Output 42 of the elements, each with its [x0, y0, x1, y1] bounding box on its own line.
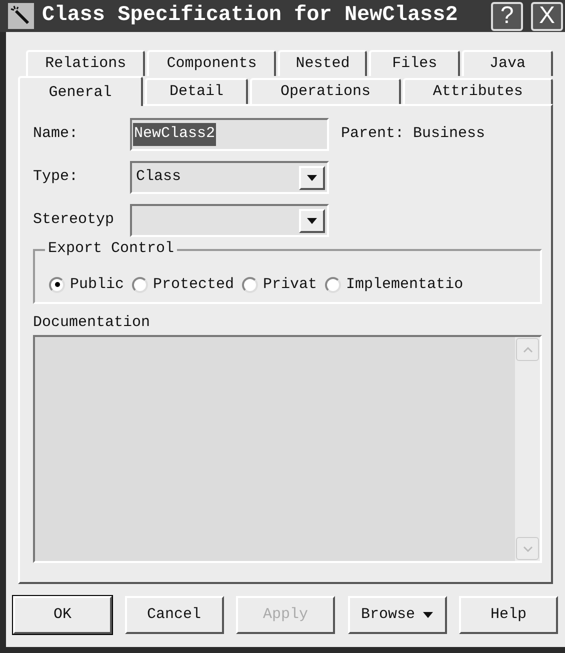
caret-icon	[423, 612, 433, 618]
tab[interactable]: Nested	[278, 50, 368, 76]
field-label: Name:	[33, 124, 80, 144]
radio-button[interactable]	[325, 276, 342, 293]
dialog-button[interactable]: Help	[459, 596, 558, 634]
close-button[interactable]: X	[531, 2, 563, 30]
dropdown-button[interactable]	[299, 166, 325, 190]
radio-button[interactable]	[132, 276, 148, 293]
tab[interactable]: Components	[147, 50, 276, 76]
tab[interactable]: Relations	[26, 50, 146, 76]
window-title: Class Specification for NewClass2	[42, 3, 459, 30]
chevron-down-icon	[522, 546, 532, 552]
radio-button[interactable]	[49, 276, 65, 293]
tab[interactable]: Files	[369, 50, 460, 76]
parent-label: Parent: Business	[341, 124, 486, 144]
help-button[interactable]: ?	[491, 2, 523, 30]
documentation-label: Documentation	[33, 314, 152, 332]
dialog-button[interactable]: Browse	[348, 596, 446, 634]
field-label: Type:	[33, 167, 80, 188]
tab[interactable]: Detail	[144, 78, 248, 104]
wand-icon	[8, 3, 34, 29]
dropdown-button[interactable]	[299, 208, 325, 232]
radio-option[interactable]: Privat	[242, 274, 318, 296]
type-dropdown[interactable]: Class	[130, 161, 329, 194]
radio-option[interactable]: Public	[49, 274, 124, 296]
radio-option[interactable]: Protected	[132, 274, 234, 296]
dialog-button[interactable]: OK	[13, 596, 112, 634]
radio-option[interactable]: Implementatio	[325, 274, 464, 296]
tab[interactable]: Java	[462, 50, 553, 76]
tab[interactable]: General	[18, 76, 143, 106]
documentation-field[interactable]	[33, 335, 542, 563]
caret-icon	[307, 218, 317, 224]
radio-button[interactable]	[242, 276, 258, 293]
dialog-button[interactable]: Cancel	[124, 596, 224, 634]
group-label: Export Control	[45, 240, 178, 258]
name-field[interactable]: NewClass2	[130, 118, 329, 151]
caret-icon	[307, 174, 317, 180]
chevron-up-icon	[522, 346, 532, 352]
stereotype-dropdown[interactable]	[130, 204, 329, 237]
tab[interactable]: Operations	[250, 78, 401, 104]
tab[interactable]: Attributes	[402, 78, 553, 104]
field-label: Stereotyp	[33, 210, 116, 230]
